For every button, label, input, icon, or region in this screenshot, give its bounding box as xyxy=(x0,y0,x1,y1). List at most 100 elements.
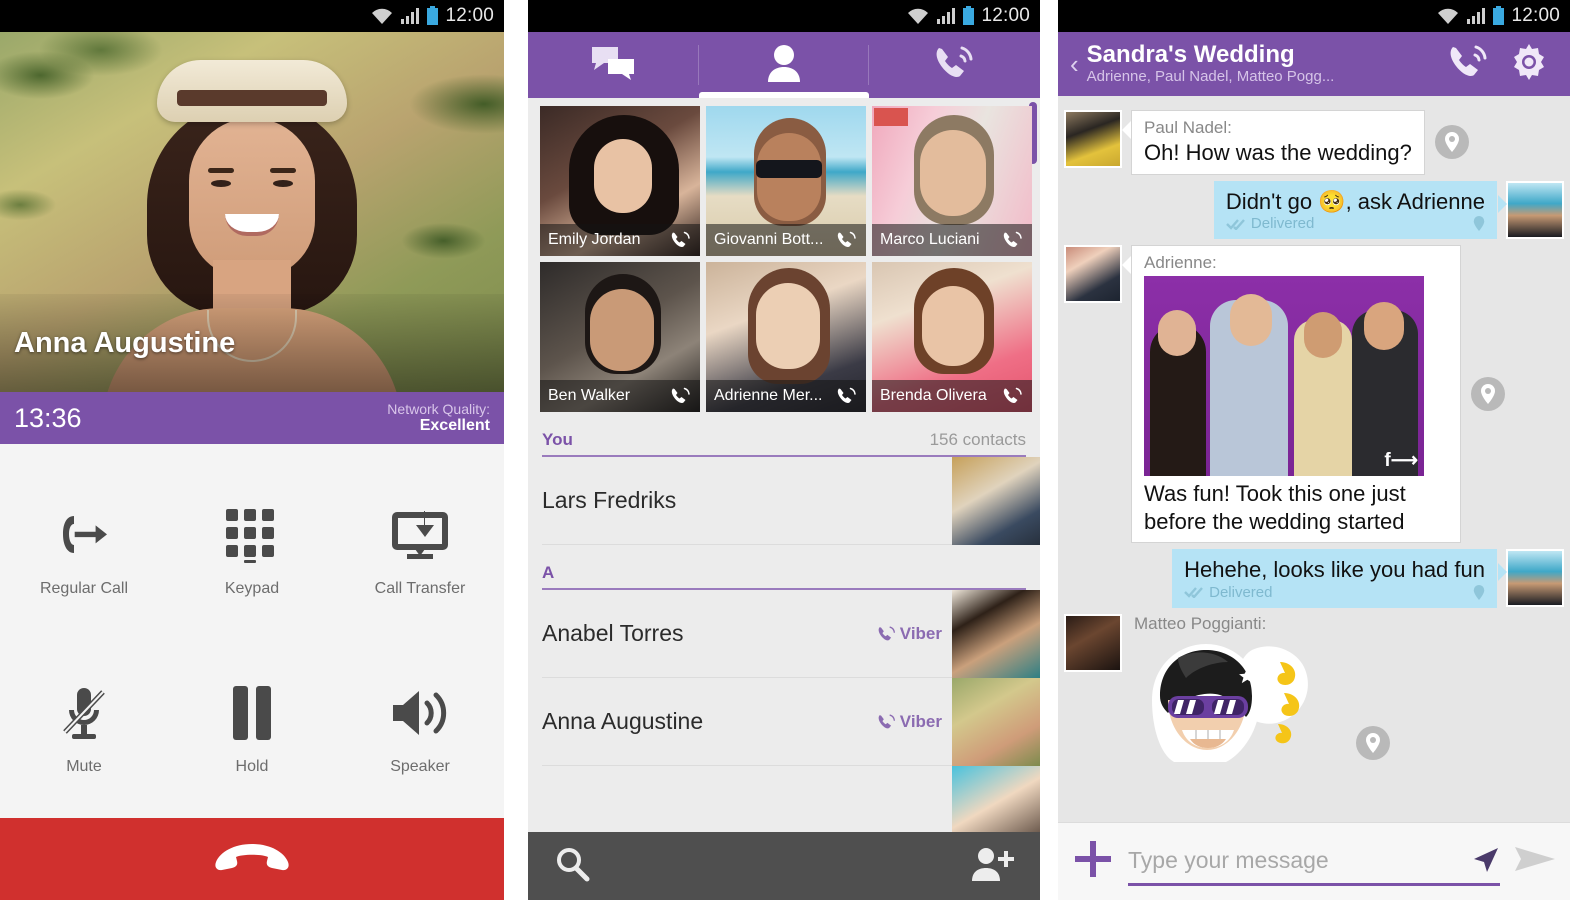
favorite-tile[interactable]: Adrienne Mer... xyxy=(706,262,866,412)
gear-icon xyxy=(1514,43,1544,80)
network-quality-value: Excellent xyxy=(419,416,490,434)
network-quality-label: Network Quality: xyxy=(387,400,490,417)
contact-row-partial[interactable] xyxy=(542,765,1040,832)
avatar xyxy=(1064,245,1122,303)
status-bar-contacts: 12:00 xyxy=(528,0,1040,32)
speaker-label: Speaker xyxy=(390,758,450,775)
chat-bubbles-icon xyxy=(590,45,636,86)
call-controls-grid: Regular Call Keypad Call Transfer Mute H… xyxy=(0,444,504,818)
avatar xyxy=(1506,549,1564,607)
section-header-you: You 156 contacts xyxy=(542,430,1026,457)
end-call-button[interactable] xyxy=(0,818,504,900)
battery-icon xyxy=(427,6,439,25)
location-pin-icon[interactable] xyxy=(1471,377,1505,411)
message-sender: Adrienne: xyxy=(1144,253,1217,272)
regular-call-button[interactable]: Regular Call xyxy=(0,462,168,640)
tab-contacts[interactable] xyxy=(698,32,870,98)
back-chevron-icon[interactable]: ‹ xyxy=(1070,49,1087,80)
person-icon xyxy=(767,44,801,87)
favorite-name: Marco Luciani xyxy=(880,231,980,248)
message-bubble-photo[interactable]: Adrienne: f⟶ Was fun! Took this one just… xyxy=(1122,245,1461,543)
message-row: Paul Nadel: Oh! How was the wedding? xyxy=(1058,110,1570,175)
favorite-tile[interactable]: Emily Jordan xyxy=(540,106,700,256)
viber-phone-icon[interactable] xyxy=(1002,230,1024,250)
send-icon[interactable] xyxy=(1514,844,1556,879)
chat-title-block: Sandra's Wedding Adrienne, Paul Nadel, M… xyxy=(1087,41,1438,86)
message-bubble-outgoing[interactable]: Hehehe, looks like you had fun Delivered xyxy=(1172,549,1507,608)
facebook-share-icon[interactable]: f⟶ xyxy=(1384,449,1418,472)
favorite-tile[interactable]: Giovanni Bott... xyxy=(706,106,866,256)
tab-messages[interactable] xyxy=(528,32,699,98)
call-transfer-button[interactable]: Call Transfer xyxy=(336,462,504,640)
tab-calls[interactable] xyxy=(869,32,1040,98)
message-row: Didn't go 🥺, ask Adrienne Delivered xyxy=(1058,180,1570,239)
message-placeholder: Type your message xyxy=(1128,846,1329,873)
favorite-name: Giovanni Bott... xyxy=(714,231,824,248)
contact-name: Lars Fredriks xyxy=(542,487,677,513)
message-text: Didn't go 🥺, ask Adrienne xyxy=(1225,188,1485,214)
message-status: Delivered xyxy=(1184,584,1485,601)
viber-phone-icon xyxy=(878,626,895,640)
wifi-icon xyxy=(908,8,929,24)
keypad-button[interactable]: Keypad xyxy=(168,462,336,640)
speaker-button[interactable]: Speaker xyxy=(336,640,504,818)
viber-label: Viber xyxy=(899,623,942,643)
add-contact-icon[interactable] xyxy=(972,847,1014,886)
avatar xyxy=(1506,180,1564,239)
favorite-tile[interactable]: Ben Walker xyxy=(540,262,700,412)
main-tab-bar xyxy=(528,32,1040,98)
status-bar-chat: 12:00 xyxy=(1058,0,1570,32)
message-bubble-incoming[interactable]: Paul Nadel: Oh! How was the wedding? xyxy=(1122,110,1425,175)
viber-phone-icon xyxy=(1450,45,1487,76)
location-pin-icon[interactable] xyxy=(1434,125,1469,160)
message-status: Delivered xyxy=(1226,215,1485,232)
chat-screen: 12:00 ‹ Sandra's Wedding Adrienne, Paul … xyxy=(1058,0,1570,900)
contact-row[interactable]: Anabel Torres Viber xyxy=(542,589,1040,678)
location-pin-icon[interactable] xyxy=(1473,584,1485,600)
signal-icon xyxy=(937,8,956,24)
message-text: Was fun! Took this one just before the w… xyxy=(1144,481,1406,534)
viber-phone-icon[interactable] xyxy=(836,230,858,250)
call-status-bar: 13:36 Network Quality: Excellent xyxy=(0,392,504,444)
hold-button[interactable]: Hold xyxy=(168,640,336,818)
message-row: Matteo Poggianti: xyxy=(1058,613,1570,768)
regular-call-label: Regular Call xyxy=(39,580,129,597)
chat-messages: Paul Nadel: Oh! How was the wedding? Did… xyxy=(1058,96,1570,822)
favorite-tile[interactable]: Marco Luciani xyxy=(872,106,1032,256)
chat-settings-button[interactable] xyxy=(1500,42,1558,87)
viber-phone-icon[interactable] xyxy=(836,386,858,406)
contact-row[interactable]: Anna Augustine Viber xyxy=(542,677,1040,766)
message-text: Hehehe, looks like you had fun xyxy=(1184,557,1485,582)
contacts-screen: 12:00 Emily Jordan Giovanni Bott... Marc… xyxy=(528,0,1040,900)
message-sender: Paul Nadel: xyxy=(1144,118,1232,137)
speaker-icon xyxy=(389,682,451,744)
favorite-name: Ben Walker xyxy=(548,387,631,404)
hangup-icon xyxy=(212,840,292,879)
viber-phone-icon[interactable] xyxy=(1002,386,1024,406)
contact-row[interactable]: Lars Fredriks xyxy=(542,456,1040,545)
favorite-tile[interactable]: Brenda Olivera xyxy=(872,262,1032,412)
double-check-icon xyxy=(1226,218,1245,230)
message-text: Oh! How was the wedding? xyxy=(1144,140,1412,165)
caller-name: Anna Augustine xyxy=(14,326,236,359)
shared-photo[interactable]: f⟶ xyxy=(1144,276,1424,476)
viber-phone-icon[interactable] xyxy=(670,230,692,250)
avatar xyxy=(952,677,1040,766)
viber-phone-icon[interactable] xyxy=(670,386,692,406)
location-pin-icon[interactable] xyxy=(1473,216,1485,231)
sticker-message[interactable] xyxy=(1134,638,1344,768)
mute-button[interactable]: Mute xyxy=(0,640,168,818)
message-input[interactable]: Type your message xyxy=(1128,838,1500,886)
microphone-muted-icon xyxy=(57,682,111,744)
send-location-icon[interactable] xyxy=(1472,847,1500,873)
message-bubble-outgoing[interactable]: Didn't go 🥺, ask Adrienne Delivered xyxy=(1213,180,1508,239)
phone-transfer-icon xyxy=(54,504,114,566)
plus-icon[interactable] xyxy=(1072,838,1114,885)
pause-icon xyxy=(230,682,274,744)
section-header-a: A xyxy=(542,563,1026,590)
search-icon[interactable] xyxy=(554,846,590,887)
viber-label: Viber xyxy=(899,711,942,731)
avatar xyxy=(952,456,1040,545)
location-pin-icon[interactable] xyxy=(1356,725,1390,760)
chat-call-button[interactable] xyxy=(1438,43,1500,86)
